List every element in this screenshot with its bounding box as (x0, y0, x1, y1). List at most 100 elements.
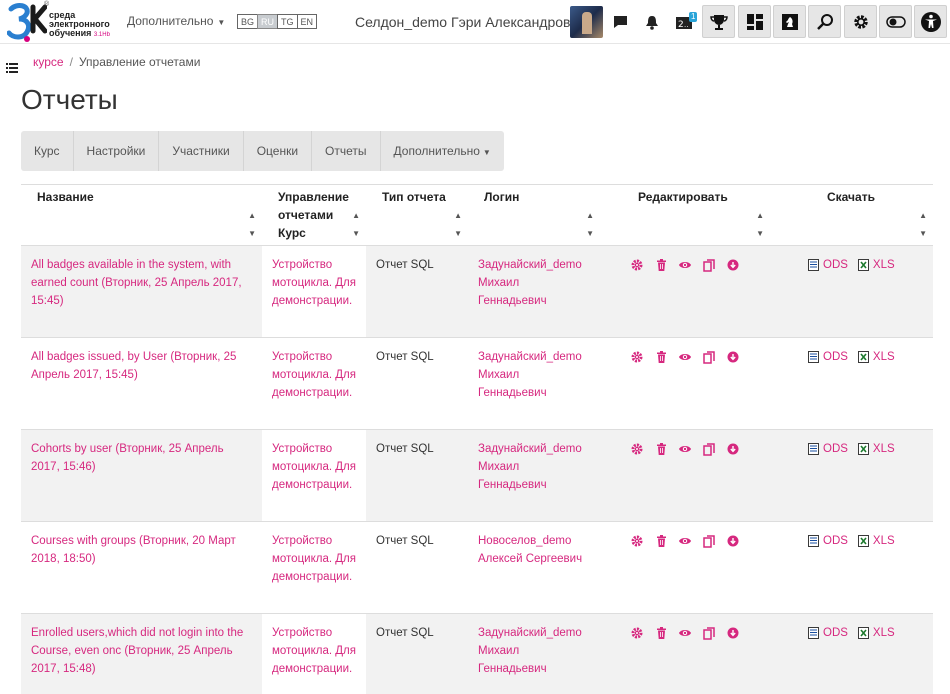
tab-grades[interactable]: Оценки (244, 131, 313, 171)
download-arrow-icon[interactable] (726, 258, 740, 272)
report-category-link[interactable]: Устройство мотоцикла. Для демонстрации. (272, 535, 356, 583)
col-edit-header[interactable]: Редактировать ▲ ▼ (600, 184, 770, 246)
copy-icon[interactable] (702, 626, 716, 640)
lang-en[interactable]: EN (296, 14, 318, 29)
report-login-link[interactable]: Задунайский_demo Михаил Геннадьевич (478, 627, 582, 675)
report-login-link[interactable]: Задунайский_demo Михаил Геннадьевич (478, 443, 582, 491)
download-xls-link[interactable]: XLS (873, 440, 895, 458)
report-type-cell: Отчет SQL (366, 245, 468, 338)
delete-icon[interactable] (654, 258, 668, 272)
delete-icon[interactable] (654, 350, 668, 364)
view-icon[interactable] (678, 350, 692, 364)
user-name[interactable]: Селдон_demo Гэри Александрович (355, 14, 586, 30)
download-xls-link[interactable]: XLS (873, 256, 895, 274)
toggle-icon (885, 15, 906, 28)
report-category-link[interactable]: Устройство мотоцикла. Для демонстрации. (272, 259, 356, 307)
report-download-cell: ODS XLS (770, 429, 933, 522)
delete-icon[interactable] (654, 442, 668, 456)
lang-bg[interactable]: BG (237, 14, 259, 29)
download-xls-link[interactable]: XLS (873, 348, 895, 366)
download-arrow-icon[interactable] (726, 350, 740, 364)
col-name-header[interactable]: Название ▲ ▼ (21, 184, 262, 246)
dashboard-button[interactable] (738, 5, 771, 38)
report-login-link[interactable]: Новоселов_demo Алексей Сергеевич (478, 535, 582, 565)
download-ods-link[interactable]: ODS (823, 348, 848, 366)
accessibility-button[interactable] (914, 5, 947, 38)
report-type-cell: Отчет SQL (366, 613, 468, 694)
download-arrow-icon[interactable] (726, 626, 740, 640)
report-name-link[interactable]: Cohorts by user (Вторник, 25 Апрель 2017… (31, 443, 224, 473)
report-actions (610, 532, 760, 548)
search-button[interactable] (808, 5, 841, 38)
logo-line-3: обучения (49, 28, 92, 38)
col-download-label: Скачать (827, 190, 875, 204)
download-ods-link[interactable]: ODS (823, 532, 848, 550)
report-login-link[interactable]: Задунайский_demo Михаил Геннадьевич (478, 351, 582, 399)
download-arrow-icon[interactable] (726, 534, 740, 548)
sort-icon[interactable]: ▲ ▼ (454, 207, 462, 243)
svg-text:..: .. (684, 21, 688, 29)
bell-icon[interactable] (642, 6, 662, 38)
lang-ru[interactable]: RU (257, 14, 279, 29)
chess-button[interactable] (773, 5, 806, 38)
sort-icon[interactable]: ▲ ▼ (248, 207, 256, 243)
more-menu-button[interactable]: Дополнительно ▼ (127, 14, 225, 28)
copy-icon[interactable] (702, 350, 716, 364)
trophy-button[interactable] (702, 5, 735, 38)
view-icon[interactable] (678, 442, 692, 456)
download-xls-link[interactable]: XLS (873, 624, 895, 642)
tab-settings[interactable]: Настройки (74, 131, 160, 171)
sort-icon[interactable]: ▲ ▼ (586, 207, 594, 243)
report-name-link[interactable]: Enrolled users,which did not login into … (31, 627, 243, 675)
report-actions-cell (600, 337, 770, 430)
sort-icon[interactable]: ▲ ▼ (352, 207, 360, 243)
report-login-cell: Задунайский_demo Михаил Геннадьевич (468, 613, 600, 694)
tab-participants[interactable]: Участники (159, 131, 244, 171)
copy-icon[interactable] (702, 258, 716, 272)
report-category-link[interactable]: Устройство мотоцикла. Для демонстрации. (272, 627, 356, 675)
settings-icon[interactable] (630, 626, 644, 640)
download-arrow-icon[interactable] (726, 442, 740, 456)
quiz-count-icon[interactable]: 2.. (672, 6, 696, 38)
chess-icon (781, 13, 798, 30)
report-category-link[interactable]: Устройство мотоцикла. Для демонстрации. (272, 351, 356, 399)
delete-icon[interactable] (654, 534, 668, 548)
col-download-header[interactable]: Скачать ▲ ▼ (770, 184, 933, 246)
report-login-link[interactable]: Задунайский_demo Михаил Геннадьевич (478, 259, 582, 307)
copy-icon[interactable] (702, 442, 716, 456)
download-ods-link[interactable]: ODS (823, 256, 848, 274)
settings-icon[interactable] (630, 534, 644, 548)
xls-file-icon (857, 259, 869, 271)
tab-reports[interactable]: Отчеты (312, 131, 381, 171)
col-type-header[interactable]: Тип отчета ▲ ▼ (366, 184, 468, 246)
col-category-header[interactable]: Управление отчетами Курс ▲ ▼ (262, 184, 366, 246)
view-icon[interactable] (678, 258, 692, 272)
tab-course[interactable]: Курс (21, 131, 74, 171)
col-login-header[interactable]: Логин ▲ ▼ (468, 184, 600, 246)
report-name-link[interactable]: All badges issued, by User (Вторник, 25 … (31, 351, 236, 381)
copy-icon[interactable] (702, 534, 716, 548)
sort-icon[interactable]: ▲ ▼ (919, 207, 927, 243)
view-icon[interactable] (678, 534, 692, 548)
site-logo[interactable]: ® среда электронного обучения 3.1Hb (7, 1, 127, 43)
settings-icon[interactable] (630, 258, 644, 272)
tab-more[interactable]: Дополнительно ▼ (381, 131, 504, 171)
settings-icon[interactable] (630, 442, 644, 456)
download-ods-link[interactable]: ODS (823, 440, 848, 458)
delete-icon[interactable] (654, 626, 668, 640)
settings-icon[interactable] (630, 350, 644, 364)
report-name-link[interactable]: All badges available in the system, with… (31, 259, 242, 307)
avatar[interactable] (570, 6, 603, 38)
drawer-toggle-button[interactable] (6, 60, 18, 73)
chat-icon[interactable] (610, 6, 630, 38)
view-icon[interactable] (678, 626, 692, 640)
theme-toggle-button[interactable] (879, 5, 912, 38)
breadcrumb-course-link[interactable]: курсе (33, 55, 64, 69)
report-category-link[interactable]: Устройство мотоцикла. Для демонстрации. (272, 443, 356, 491)
settings-button[interactable] (844, 5, 877, 38)
report-name-link[interactable]: Courses with groups (Вторник, 20 Март 20… (31, 535, 236, 565)
download-ods-link[interactable]: ODS (823, 624, 848, 642)
lang-tg[interactable]: TG (277, 14, 298, 29)
download-xls-link[interactable]: XLS (873, 532, 895, 550)
sort-icon[interactable]: ▲ ▼ (756, 207, 764, 243)
